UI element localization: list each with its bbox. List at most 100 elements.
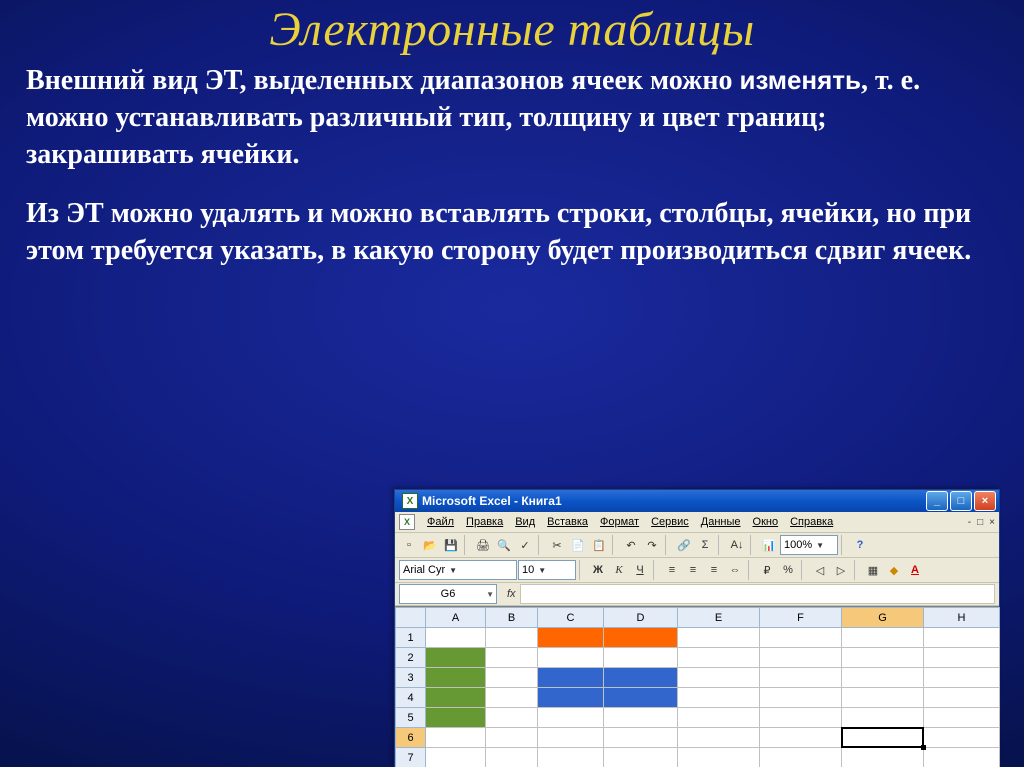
cell[interactable] (426, 668, 486, 688)
excel-titlebar[interactable]: Microsoft Excel - Книга1 _ □ × (395, 490, 999, 512)
row-header-7[interactable]: 7 (396, 748, 426, 767)
cell[interactable] (842, 708, 924, 728)
underline-button[interactable]: Ч (630, 560, 650, 580)
menu-edit[interactable]: Правка (460, 514, 509, 530)
menu-help[interactable]: Справка (784, 514, 839, 530)
doc-close-icon[interactable]: × (989, 517, 995, 528)
cell[interactable] (486, 628, 538, 648)
cell[interactable] (678, 748, 760, 767)
cell[interactable] (538, 748, 604, 767)
print-preview-icon[interactable]: 🔍 (494, 535, 514, 555)
cell[interactable] (842, 748, 924, 767)
cell[interactable] (924, 648, 1000, 668)
indent-increase-icon[interactable]: ▷ (831, 560, 851, 580)
row-header-6[interactable]: 6 (396, 728, 426, 748)
cell[interactable] (538, 688, 604, 708)
spellcheck-icon[interactable]: ✓ (515, 535, 535, 555)
cell[interactable] (760, 688, 842, 708)
cell[interactable] (426, 708, 486, 728)
help-icon[interactable]: ? (850, 535, 870, 555)
align-right-icon[interactable]: ≡ (704, 560, 724, 580)
menu-insert[interactable]: Вставка (541, 514, 594, 530)
cell[interactable] (924, 688, 1000, 708)
cell[interactable] (426, 628, 486, 648)
cell[interactable] (604, 708, 678, 728)
chart-wizard-icon[interactable]: 📊 (759, 535, 779, 555)
select-all-corner[interactable] (396, 608, 426, 628)
cell[interactable] (760, 628, 842, 648)
redo-icon[interactable]: ↷ (642, 535, 662, 555)
italic-button[interactable]: К (609, 560, 629, 580)
cell[interactable] (604, 748, 678, 767)
cell[interactable] (426, 688, 486, 708)
col-header-e[interactable]: E (678, 608, 760, 628)
cell[interactable] (760, 728, 842, 748)
font-name-combo[interactable]: Arial Cyr ▼ (399, 560, 517, 580)
cell[interactable] (924, 628, 1000, 648)
align-center-icon[interactable]: ≡ (683, 560, 703, 580)
cell[interactable] (426, 728, 486, 748)
document-icon[interactable] (399, 514, 415, 530)
cell[interactable] (924, 708, 1000, 728)
close-button[interactable]: × (974, 491, 996, 511)
indent-decrease-icon[interactable]: ◁ (810, 560, 830, 580)
cell[interactable] (426, 648, 486, 668)
cell[interactable] (486, 648, 538, 668)
row-header-1[interactable]: 1 (396, 628, 426, 648)
copy-icon[interactable]: 📄 (568, 535, 588, 555)
print-icon[interactable]: 🖨 (473, 535, 493, 555)
col-header-d[interactable]: D (604, 608, 678, 628)
merge-center-icon[interactable]: ⇔ (725, 560, 745, 580)
cell[interactable] (678, 648, 760, 668)
font-size-combo[interactable]: 10 ▼ (518, 560, 576, 580)
row-header-4[interactable]: 4 (396, 688, 426, 708)
cell[interactable] (486, 668, 538, 688)
fill-color-icon[interactable]: ◆ (884, 560, 904, 580)
cell[interactable] (924, 668, 1000, 688)
font-color-icon[interactable]: A (905, 560, 925, 580)
cell[interactable] (538, 648, 604, 668)
menu-view[interactable]: Вид (509, 514, 541, 530)
save-icon[interactable]: 💾 (441, 535, 461, 555)
col-header-f[interactable]: F (760, 608, 842, 628)
zoom-combo[interactable]: 100% ▼ (780, 535, 838, 555)
cell[interactable] (678, 728, 760, 748)
doc-max-icon[interactable]: □ (977, 517, 983, 528)
borders-icon[interactable]: ▦ (863, 560, 883, 580)
cell[interactable] (842, 668, 924, 688)
cell[interactable] (678, 628, 760, 648)
sort-asc-icon[interactable]: A↓ (727, 535, 747, 555)
menu-file[interactable]: Файл (421, 514, 460, 530)
menu-format[interactable]: Формат (594, 514, 645, 530)
autosum-icon[interactable]: Σ (695, 535, 715, 555)
menu-window[interactable]: Окно (747, 514, 785, 530)
name-box[interactable]: G6 ▼ (399, 584, 497, 604)
open-icon[interactable]: 📂 (420, 535, 440, 555)
percent-icon[interactable]: % (778, 560, 798, 580)
cell[interactable] (760, 668, 842, 688)
col-header-b[interactable]: B (486, 608, 538, 628)
col-header-a[interactable]: A (426, 608, 486, 628)
cell[interactable] (604, 628, 678, 648)
cell[interactable] (538, 668, 604, 688)
cell[interactable] (842, 648, 924, 668)
currency-icon[interactable]: ₽ (757, 560, 777, 580)
formula-input[interactable] (520, 584, 995, 604)
paste-icon[interactable]: 📋 (589, 535, 609, 555)
cell[interactable] (538, 628, 604, 648)
cell[interactable] (604, 688, 678, 708)
cell[interactable] (486, 748, 538, 767)
maximize-button[interactable]: □ (950, 491, 972, 511)
bold-button[interactable]: Ж (588, 560, 608, 580)
row-header-3[interactable]: 3 (396, 668, 426, 688)
doc-restore-icon[interactable]: - (968, 517, 971, 528)
cell[interactable] (924, 748, 1000, 767)
align-left-icon[interactable]: ≡ (662, 560, 682, 580)
cell[interactable] (760, 648, 842, 668)
cell[interactable] (538, 728, 604, 748)
col-header-h[interactable]: H (924, 608, 1000, 628)
cell[interactable] (842, 688, 924, 708)
active-cell[interactable] (842, 728, 924, 748)
hyperlink-icon[interactable]: 🔗 (674, 535, 694, 555)
row-header-5[interactable]: 5 (396, 708, 426, 728)
